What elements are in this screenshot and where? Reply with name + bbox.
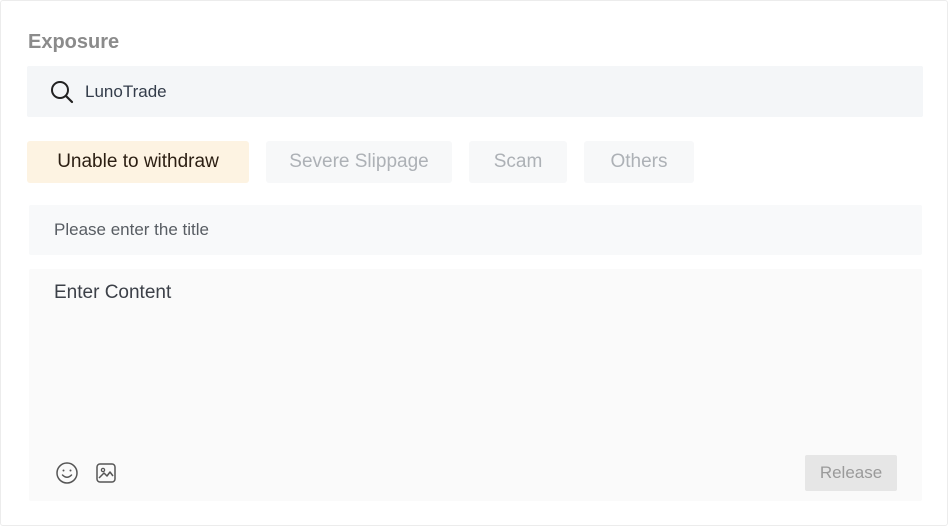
title-input[interactable]: Please enter the title	[29, 205, 922, 255]
release-button[interactable]: Release	[805, 455, 897, 491]
tab-others[interactable]: Others	[584, 141, 694, 183]
tab-scam[interactable]: Scam	[469, 141, 567, 183]
category-tabs: Unable to withdraw Severe Slippage Scam …	[27, 141, 711, 183]
content-placeholder: Enter Content	[54, 282, 172, 303]
tab-severe-slippage[interactable]: Severe Slippage	[266, 141, 452, 183]
image-icon[interactable]	[94, 461, 118, 485]
content-textarea[interactable]: Enter Content Release	[29, 269, 922, 501]
title-placeholder: Please enter the title	[54, 220, 209, 239]
section-title: Exposure	[28, 31, 120, 53]
tab-unable-to-withdraw[interactable]: Unable to withdraw	[27, 141, 249, 183]
exposure-panel: Exposure LunoTrade Unable to withdraw Se…	[0, 0, 948, 526]
broker-search-field[interactable]: LunoTrade	[27, 66, 923, 117]
search-icon	[49, 79, 75, 105]
search-value[interactable]: LunoTrade	[85, 82, 167, 102]
emoji-icon[interactable]	[55, 461, 79, 485]
